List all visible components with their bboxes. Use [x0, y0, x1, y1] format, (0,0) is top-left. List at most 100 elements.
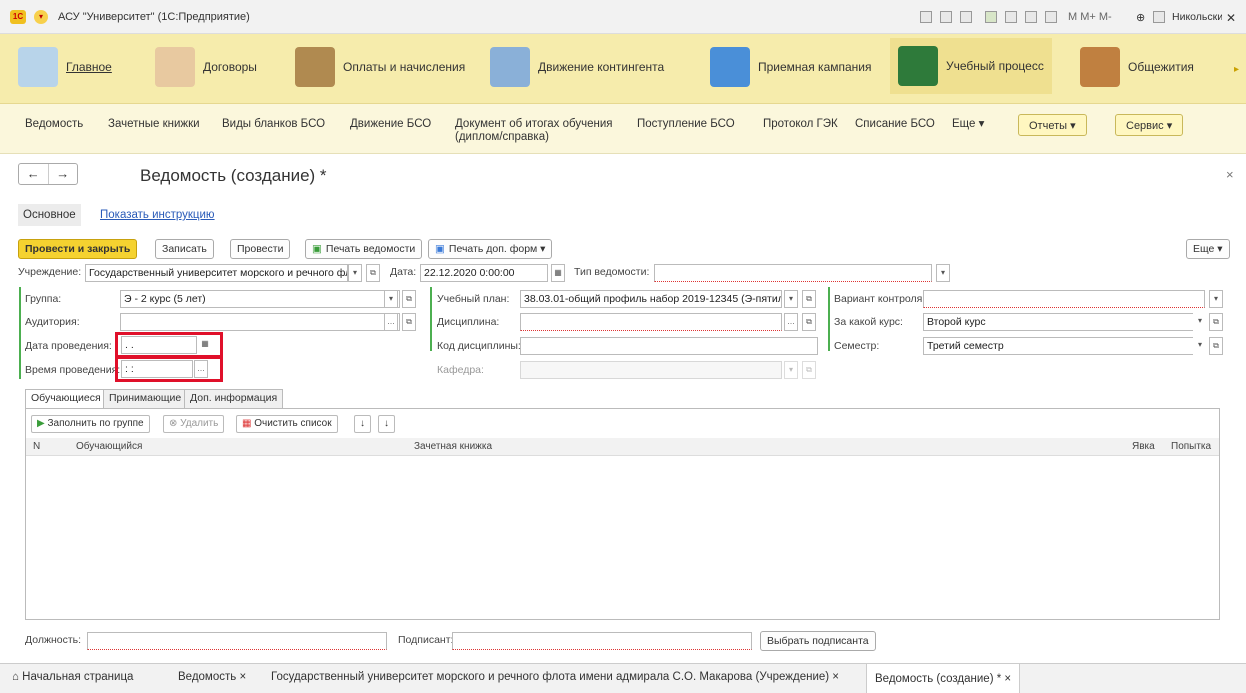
- open-icon[interactable]: ⧉: [1209, 337, 1223, 355]
- dropdown-icon[interactable]: ▾: [936, 264, 950, 282]
- print-forms-button[interactable]: ▣ Печать доп. форм ▾: [428, 239, 553, 259]
- calendar-icon[interactable]: ▦: [198, 336, 212, 354]
- subnav-item[interactable]: Виды бланков БСО: [222, 118, 325, 131]
- tab-main[interactable]: Основное: [18, 204, 81, 226]
- statement-tab[interactable]: Ведомость ×: [178, 671, 246, 683]
- statement-create-tab[interactable]: Ведомость (создание) * ×: [866, 664, 1021, 693]
- time-held-field[interactable]: : :: [121, 360, 193, 378]
- service-button[interactable]: Сервис ▾: [1115, 114, 1184, 136]
- discipline-code-field[interactable]: [520, 337, 818, 355]
- section-dormitories[interactable]: Общежития: [1080, 44, 1194, 90]
- fill-by-group-button[interactable]: ▶ Заполнить по группе: [31, 415, 150, 433]
- calendar-icon[interactable]: ▦: [551, 264, 565, 282]
- choose-icon[interactable]: …: [194, 360, 208, 378]
- close-icon[interactable]: ×: [1226, 167, 1234, 182]
- section-main[interactable]: Главное: [18, 44, 112, 90]
- statement-type-field[interactable]: [654, 264, 932, 282]
- post-button[interactable]: Провести: [230, 239, 291, 259]
- printer2-icon[interactable]: [1005, 11, 1017, 23]
- reports-button[interactable]: Отчеты ▾: [1018, 114, 1087, 136]
- delete-button: ⊗ Удалить: [163, 415, 225, 433]
- panels-icon[interactable]: [1153, 11, 1165, 23]
- choose-signer-button[interactable]: Выбрать подписанта: [760, 631, 876, 651]
- close-icon[interactable]: ×: [239, 671, 246, 683]
- subnav-item[interactable]: Списание БСО: [855, 118, 935, 131]
- col-attendance[interactable]: Явка: [1132, 441, 1155, 452]
- position-field[interactable]: [87, 632, 387, 650]
- show-instruction-link[interactable]: Показать инструкцию: [100, 204, 215, 226]
- open-icon[interactable]: ⧉: [802, 290, 816, 308]
- col-gradebook[interactable]: Зачетная книжка: [414, 441, 492, 452]
- print-statement-button[interactable]: ▣ Печать ведомости: [305, 239, 423, 259]
- col-attempt[interactable]: Попытка: [1171, 441, 1211, 452]
- close-icon[interactable]: ×: [1004, 673, 1011, 685]
- scroll-right-icon[interactable]: ▸: [1234, 64, 1239, 75]
- dropdown-icon[interactable]: ▾: [1193, 337, 1207, 355]
- post-and-close-button[interactable]: Провести и закрыть: [18, 239, 138, 259]
- col-number[interactable]: N: [33, 441, 40, 452]
- close-window-icon[interactable]: ✕: [1226, 11, 1236, 25]
- zoom-icon[interactable]: ⊕: [1136, 11, 1145, 24]
- col-student[interactable]: Обучающийся: [76, 441, 142, 452]
- sort-desc-icon[interactable]: ↓: [378, 415, 395, 433]
- upload-icon[interactable]: [985, 11, 997, 23]
- discipline-label: Дисциплина:: [437, 316, 500, 328]
- main-menu-button[interactable]: ▾: [34, 10, 48, 24]
- semester-field[interactable]: Третий семестр: [923, 337, 1205, 355]
- plan-field[interactable]: 38.03.01-общий профиль набор 2019-12345 …: [520, 290, 782, 308]
- discipline-field[interactable]: [520, 313, 782, 331]
- date-held-field[interactable]: . .: [121, 336, 197, 354]
- dropdown-icon[interactable]: ▾: [1193, 313, 1207, 331]
- open-icon[interactable]: ⧉: [802, 313, 816, 331]
- section-admission[interactable]: Приемная кампания: [710, 44, 872, 90]
- clear-list-button[interactable]: ▦ Очистить список: [236, 415, 338, 433]
- subnav-item[interactable]: Зачетные книжки: [108, 118, 200, 131]
- memory-buttons[interactable]: M M+ M-: [1068, 11, 1112, 23]
- section-label: Оплаты и начисления: [343, 60, 466, 74]
- save-icon[interactable]: [920, 11, 932, 23]
- print-icon[interactable]: [940, 11, 952, 23]
- control-field[interactable]: [923, 290, 1205, 308]
- subnav-item[interactable]: Документ об итогах обучения (диплом/спра…: [455, 118, 625, 144]
- calculator-icon[interactable]: [1025, 11, 1037, 23]
- date-field[interactable]: 22.12.2020 0:00:00: [420, 264, 548, 282]
- preview-icon[interactable]: [960, 11, 972, 23]
- subnav-item[interactable]: Поступление БСО: [637, 118, 735, 131]
- section-payments[interactable]: Оплаты и начисления: [295, 44, 465, 90]
- close-icon[interactable]: ×: [832, 671, 839, 683]
- institution-tab[interactable]: Государственный университет морского и р…: [271, 671, 839, 683]
- tab-extra-info[interactable]: Доп. информация: [184, 389, 284, 408]
- auditorium-field[interactable]: [120, 313, 400, 331]
- signer-field[interactable]: [452, 632, 752, 650]
- subnav-item[interactable]: Протокол ГЭК: [763, 118, 838, 131]
- forward-arrow-icon[interactable]: →: [49, 164, 78, 184]
- tab-students[interactable]: Обучающиеся: [25, 389, 107, 409]
- calendar-icon[interactable]: [1045, 11, 1057, 23]
- dropdown-icon[interactable]: ▾: [1209, 290, 1223, 308]
- subnav-item[interactable]: Ведомость: [25, 118, 83, 131]
- section-contingent[interactable]: Движение контингента: [490, 44, 664, 90]
- subnav-item[interactable]: Движение БСО: [350, 118, 431, 131]
- open-icon[interactable]: ⧉: [366, 264, 380, 282]
- open-icon[interactable]: ⧉: [402, 290, 416, 308]
- subnav-more[interactable]: Еще ▾: [952, 118, 984, 131]
- institution-field[interactable]: Государственный университет морского и р…: [85, 264, 348, 282]
- home-page-tab[interactable]: ⌂ Начальная страница: [12, 671, 133, 683]
- save-button[interactable]: Записать: [155, 239, 214, 259]
- open-icon[interactable]: ⧉: [1209, 313, 1223, 331]
- dropdown-icon[interactable]: ▾: [384, 290, 398, 308]
- section-contracts[interactable]: Договоры: [155, 44, 257, 90]
- back-arrow-icon[interactable]: ←: [19, 164, 49, 184]
- more-button[interactable]: Еще ▾: [1186, 239, 1230, 259]
- dropdown-icon[interactable]: ▾: [784, 290, 798, 308]
- course-field[interactable]: Второй курс: [923, 313, 1205, 331]
- choose-icon[interactable]: …: [384, 313, 398, 331]
- section-education[interactable]: Учебный процесс: [890, 38, 1052, 94]
- group-field[interactable]: Э - 2 курс (5 лет): [120, 290, 400, 308]
- open-icon[interactable]: ⧉: [402, 313, 416, 331]
- choose-icon[interactable]: …: [784, 313, 798, 331]
- sort-asc-icon[interactable]: ↓: [354, 415, 371, 433]
- tab-examiners[interactable]: Принимающие: [103, 389, 188, 408]
- user-name[interactable]: Никольский Сергей Александрович: [1172, 11, 1222, 23]
- dropdown-icon[interactable]: ▾: [348, 264, 362, 282]
